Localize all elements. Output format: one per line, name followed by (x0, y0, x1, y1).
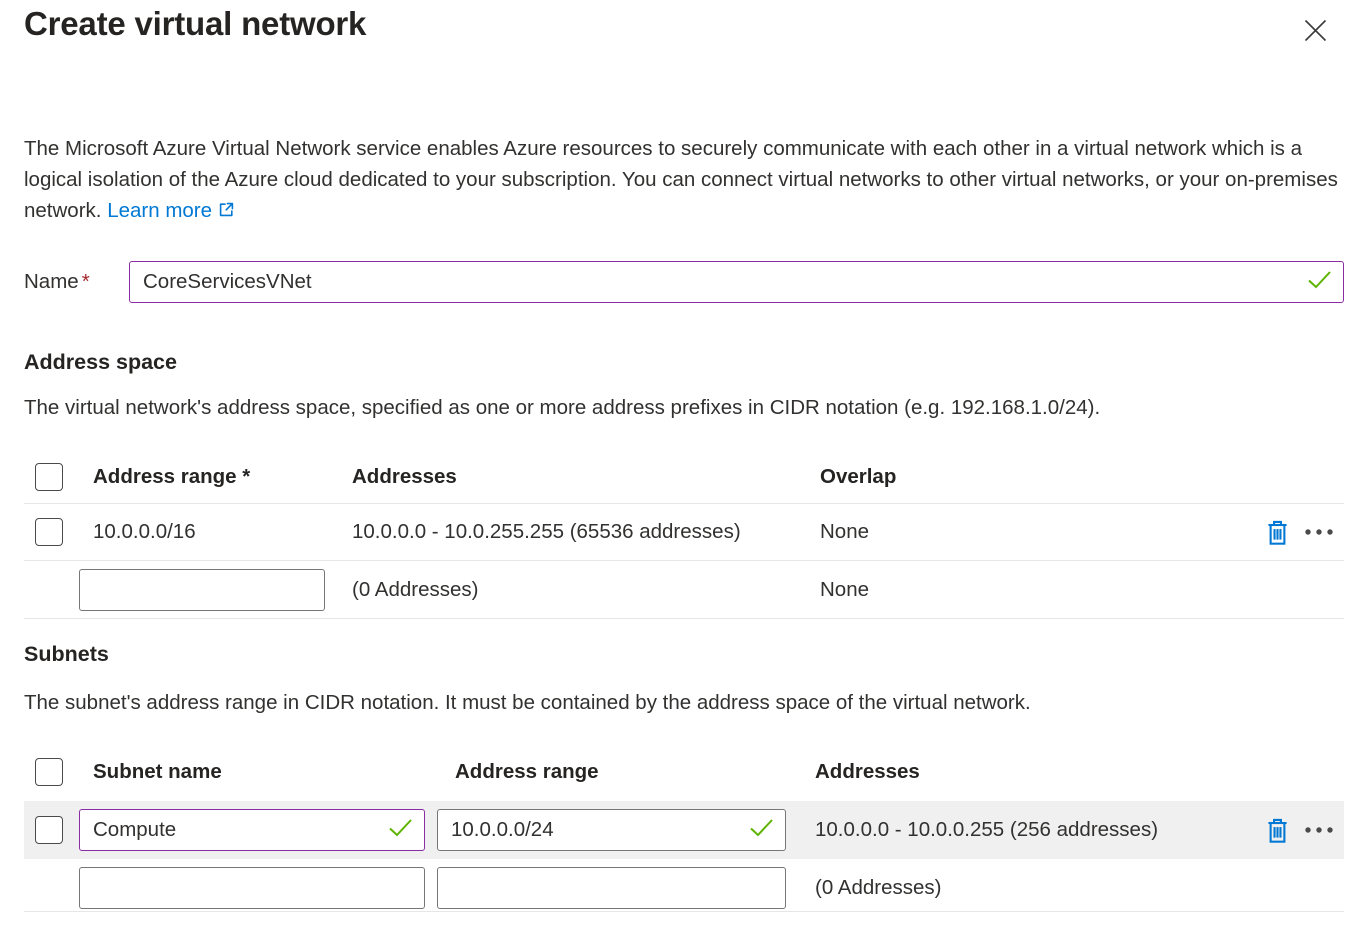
subnet-context-menu-button[interactable] (1304, 826, 1334, 834)
column-header-address-range: Address range * (93, 465, 352, 489)
new-row-overlap: None (820, 578, 1258, 602)
row-checkbox[interactable] (35, 518, 63, 546)
dialog-header: Create virtual network (24, 0, 1344, 47)
external-link-icon (217, 201, 236, 224)
address-space-row: 10.0.0.0/16 10.0.0.0 - 10.0.255.255 (655… (24, 504, 1344, 561)
address-space-heading: Address space (24, 350, 1344, 375)
overlap-value: None (820, 520, 1258, 544)
learn-more-link[interactable]: Learn more (107, 199, 212, 222)
subnets-table-header: Subnet name Address range Addresses (24, 743, 1344, 801)
address-space-table-header: Address range * Addresses Overlap (24, 451, 1344, 504)
name-label: Name* (24, 270, 129, 294)
delete-subnet-button[interactable] (1265, 817, 1290, 844)
subnets-description: The subnet's address range in CIDR notat… (24, 691, 1344, 715)
trash-icon (1265, 832, 1290, 847)
subnet-name-input[interactable] (79, 809, 425, 851)
close-button[interactable] (1299, 14, 1332, 47)
page-title: Create virtual network (24, 5, 366, 43)
subnet-row-checkbox[interactable] (35, 816, 63, 844)
select-all-checkbox[interactable] (35, 463, 63, 491)
name-input[interactable] (129, 261, 1344, 303)
addresses-value: 10.0.0.0 - 10.0.255.255 (65536 addresses… (352, 520, 820, 544)
address-space-description: The virtual network's address space, spe… (24, 396, 1344, 420)
intro-paragraph: The Microsoft Azure Virtual Network serv… (24, 133, 1344, 228)
column-header-subnet-name: Subnet name (93, 760, 455, 784)
new-address-range-input[interactable] (79, 569, 325, 611)
column-header-subnet-addresses: Addresses (815, 760, 1258, 784)
close-icon (1301, 33, 1330, 48)
column-header-subnet-address-range: Address range (455, 760, 815, 784)
new-subnet-addresses: (0 Addresses) (815, 876, 1258, 900)
subnet-address-range-input[interactable] (437, 809, 786, 851)
name-field-row: Name* (24, 261, 1344, 303)
subnet-new-row: (0 Addresses) (24, 864, 1344, 912)
delete-row-button[interactable] (1265, 519, 1290, 546)
new-subnet-name-input[interactable] (79, 867, 425, 909)
address-range-value: 10.0.0.0/16 (93, 520, 352, 544)
row-context-menu-button[interactable] (1304, 528, 1334, 536)
ellipsis-icon (1304, 822, 1334, 837)
subnets-heading: Subnets (24, 642, 1344, 667)
column-header-addresses: Addresses (352, 465, 820, 489)
address-space-new-row: (0 Addresses) None (24, 561, 1344, 619)
subnet-row: 10.0.0.0 - 10.0.0.255 (256 addresses) (24, 801, 1344, 859)
subnet-select-all-checkbox[interactable] (35, 758, 63, 786)
ellipsis-icon (1304, 524, 1334, 539)
column-header-overlap: Overlap (820, 465, 1258, 489)
subnet-addresses-value: 10.0.0.0 - 10.0.0.255 (256 addresses) (815, 818, 1258, 842)
new-row-addresses: (0 Addresses) (352, 578, 820, 602)
new-subnet-address-range-input[interactable] (437, 867, 786, 909)
required-asterisk: * (82, 270, 90, 293)
trash-icon (1265, 534, 1290, 549)
